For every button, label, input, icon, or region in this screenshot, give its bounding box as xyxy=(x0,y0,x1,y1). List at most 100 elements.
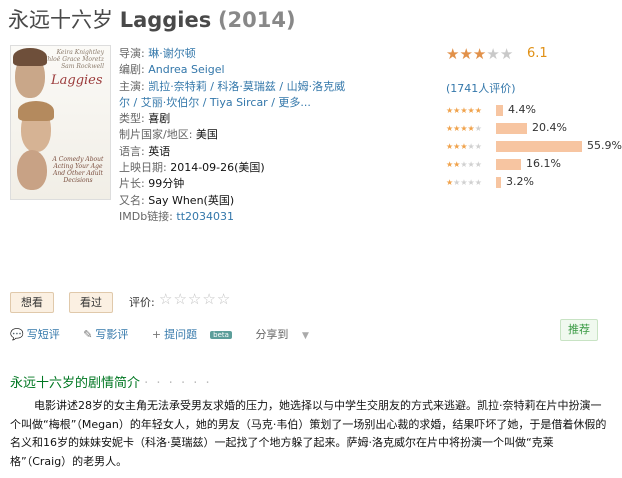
language-value: 英语 xyxy=(148,144,171,158)
release-value: 2014-09-26(美国) xyxy=(170,161,265,175)
summary-heading: 永远十六岁的剧情简介 · · · · · · xyxy=(10,372,212,391)
genre-value: 喜剧 xyxy=(148,112,171,126)
dist-star-icon: ★ xyxy=(460,123,468,133)
movie-info: 导演: 琳·谢尔顿 编剧: Andrea Seigel 主演: 凯拉·奈特莉 /… xyxy=(119,46,364,225)
release-label: 上映日期: xyxy=(119,161,167,175)
rating-dist-row: ★★★★★ 55.9% xyxy=(446,139,622,153)
director-link[interactable]: 琳·谢尔顿 xyxy=(148,47,196,60)
rating-dist-row: ★★★★★ 20.4% xyxy=(446,121,567,135)
rate-label: 评价: xyxy=(129,296,155,309)
rating-dist-percent: 55.9% xyxy=(587,139,622,152)
write-review[interactable]: ✎ 写影评 xyxy=(83,328,138,341)
aka-row: 又名: Say When(英国) xyxy=(119,193,364,209)
recommend-button[interactable]: 推荐 xyxy=(560,319,598,341)
cast-links-line2[interactable]: 尔 / 艾丽·坎伯尔 / Tiya Sircar / 更多... xyxy=(119,96,311,109)
want-to-watch-button[interactable]: 想看 xyxy=(10,292,54,313)
write-short-review-label: 写短评 xyxy=(26,328,60,341)
country-label: 制片国家/地区: xyxy=(119,128,193,142)
writer-label: 编剧: xyxy=(119,63,145,77)
dist-star-icon: ★ xyxy=(474,105,482,115)
rating-dist-percent: 3.2% xyxy=(506,175,534,188)
country-row: 制片国家/地区: 美国 xyxy=(119,127,364,143)
rating-star-3: ★ xyxy=(472,45,487,63)
writer-link[interactable]: Andrea Seigel xyxy=(148,63,224,76)
summary-title-text: 永远十六岁的剧情简介 xyxy=(10,376,141,391)
poster-title: Laggies xyxy=(51,73,103,88)
release-row: 上映日期: 2014-09-26(美国) xyxy=(119,160,364,176)
poster-face-3 xyxy=(17,150,47,190)
title-en: Laggies xyxy=(119,8,212,32)
rating-dist-stars: ★★★★★ xyxy=(446,178,494,187)
user-rating-stars[interactable]: ☆☆☆☆☆ xyxy=(159,290,231,308)
write-review-label: 写影评 xyxy=(95,328,129,341)
dist-star-icon: ★ xyxy=(460,177,468,187)
poster-hair-2 xyxy=(18,101,54,121)
title-year: (2014) xyxy=(217,8,296,32)
summary-dots: · · · · · · xyxy=(144,376,212,391)
cast-links-line1[interactable]: 凯拉·奈特莉 / 科洛·莫瑞兹 / 山姆·洛克威 xyxy=(148,80,345,93)
cast-row-cont: 尔 / 艾丽·坎伯尔 / Tiya Sircar / 更多... xyxy=(119,95,364,111)
share-label: 分享到 xyxy=(255,328,289,341)
rating-dist-stars: ★★★★★ xyxy=(446,142,494,151)
rating-star-5: ★ xyxy=(499,45,514,63)
dist-star-icon: ★ xyxy=(467,123,475,133)
rating-dist-stars: ★★★★★ xyxy=(446,106,494,115)
rating-dist-percent: 4.4% xyxy=(508,103,536,116)
rating-dist-bar xyxy=(496,159,521,170)
rating-dist-row: ★★★★★ 3.2% xyxy=(446,175,534,189)
cast-row: 主演: 凯拉·奈特莉 / 科洛·莫瑞兹 / 山姆·洛克威 xyxy=(119,79,364,95)
dist-star-icon: ★ xyxy=(460,105,468,115)
imdb-label: IMDb链接: xyxy=(119,209,173,223)
write-short-review[interactable]: 💬 写短评 xyxy=(10,328,70,341)
runtime-row: 片长: 99分钟 xyxy=(119,176,364,192)
ask-question-label: 提问题 xyxy=(164,328,198,341)
rating-dist-row: ★★★★★ 4.4% xyxy=(446,103,536,117)
dist-star-icon: ★ xyxy=(474,159,482,169)
poster-credits: Keira Knightley Chloë Grace Moretz Sam R… xyxy=(42,49,104,70)
watched-button[interactable]: 看过 xyxy=(69,292,113,313)
cast-label: 主演: xyxy=(119,79,145,93)
aka-label: 又名: xyxy=(119,193,145,207)
summary-text: 电影讲述28岁的女主角无法承受男友求婚的压力，她选择以与中学生交朋友的方式来逃避… xyxy=(10,399,607,468)
runtime-label: 片长: xyxy=(119,177,145,191)
rate-star-5[interactable]: ☆ xyxy=(217,290,231,308)
rating-dist-bar xyxy=(496,105,503,116)
dist-star-icon: ★ xyxy=(474,177,482,187)
country-value: 美国 xyxy=(195,128,218,142)
rate-star-4[interactable]: ☆ xyxy=(202,290,216,308)
chevron-down-icon: ▼ xyxy=(301,331,309,341)
runtime-value: 99分钟 xyxy=(148,177,185,191)
rating-dist-stars: ★★★★★ xyxy=(446,124,494,133)
plus-icon: + xyxy=(151,328,162,341)
poster-tagline: A Comedy About Acting Your Age And Other… xyxy=(52,156,104,184)
rating-score: 6.1 xyxy=(527,46,548,61)
action-bar: 💬 写短评 ✎ 写影评 + 提问题 beta 分享到 ▼ xyxy=(10,326,329,342)
aka-value: Say When(英国) xyxy=(148,193,235,207)
imdb-link[interactable]: tt2034031 xyxy=(176,210,234,223)
genre-row: 类型: 喜剧 xyxy=(119,111,364,127)
rate-star-2[interactable]: ☆ xyxy=(173,290,187,308)
rating-star-4: ★ xyxy=(486,45,500,63)
rating-stars: ★★★★★ xyxy=(446,45,513,63)
dist-star-icon: ★ xyxy=(460,159,468,169)
share-dropdown[interactable]: 分享到 ▼ xyxy=(255,328,318,341)
rating-dist-percent: 20.4% xyxy=(532,121,567,134)
speech-bubble-icon: 💬 xyxy=(10,328,24,341)
rating-star-1: ★ xyxy=(446,45,460,63)
rating-dist-bar xyxy=(496,123,527,134)
language-row: 语言: 英语 xyxy=(119,144,364,160)
rating-dist-bar xyxy=(496,141,582,152)
movie-poster[interactable]: Keira Knightley Chloë Grace Moretz Sam R… xyxy=(10,45,111,200)
director-row: 导演: 琳·谢尔顿 xyxy=(119,46,364,62)
page-title: 永远十六岁 Laggies (2014) xyxy=(8,4,296,34)
ask-question[interactable]: + 提问题 beta xyxy=(152,328,242,341)
dist-star-icon: ★ xyxy=(460,141,468,151)
dist-star-icon: ★ xyxy=(467,177,475,187)
dist-star-icon: ★ xyxy=(467,159,475,169)
rate-star-3[interactable]: ☆ xyxy=(188,290,202,308)
rating-dist-row: ★★★★★ 16.1% xyxy=(446,157,561,171)
rate-star-1[interactable]: ☆ xyxy=(159,290,173,308)
poster-hair-1 xyxy=(13,48,47,66)
language-label: 语言: xyxy=(119,144,145,158)
rating-count-link[interactable]: (1741人评价) xyxy=(446,80,516,96)
